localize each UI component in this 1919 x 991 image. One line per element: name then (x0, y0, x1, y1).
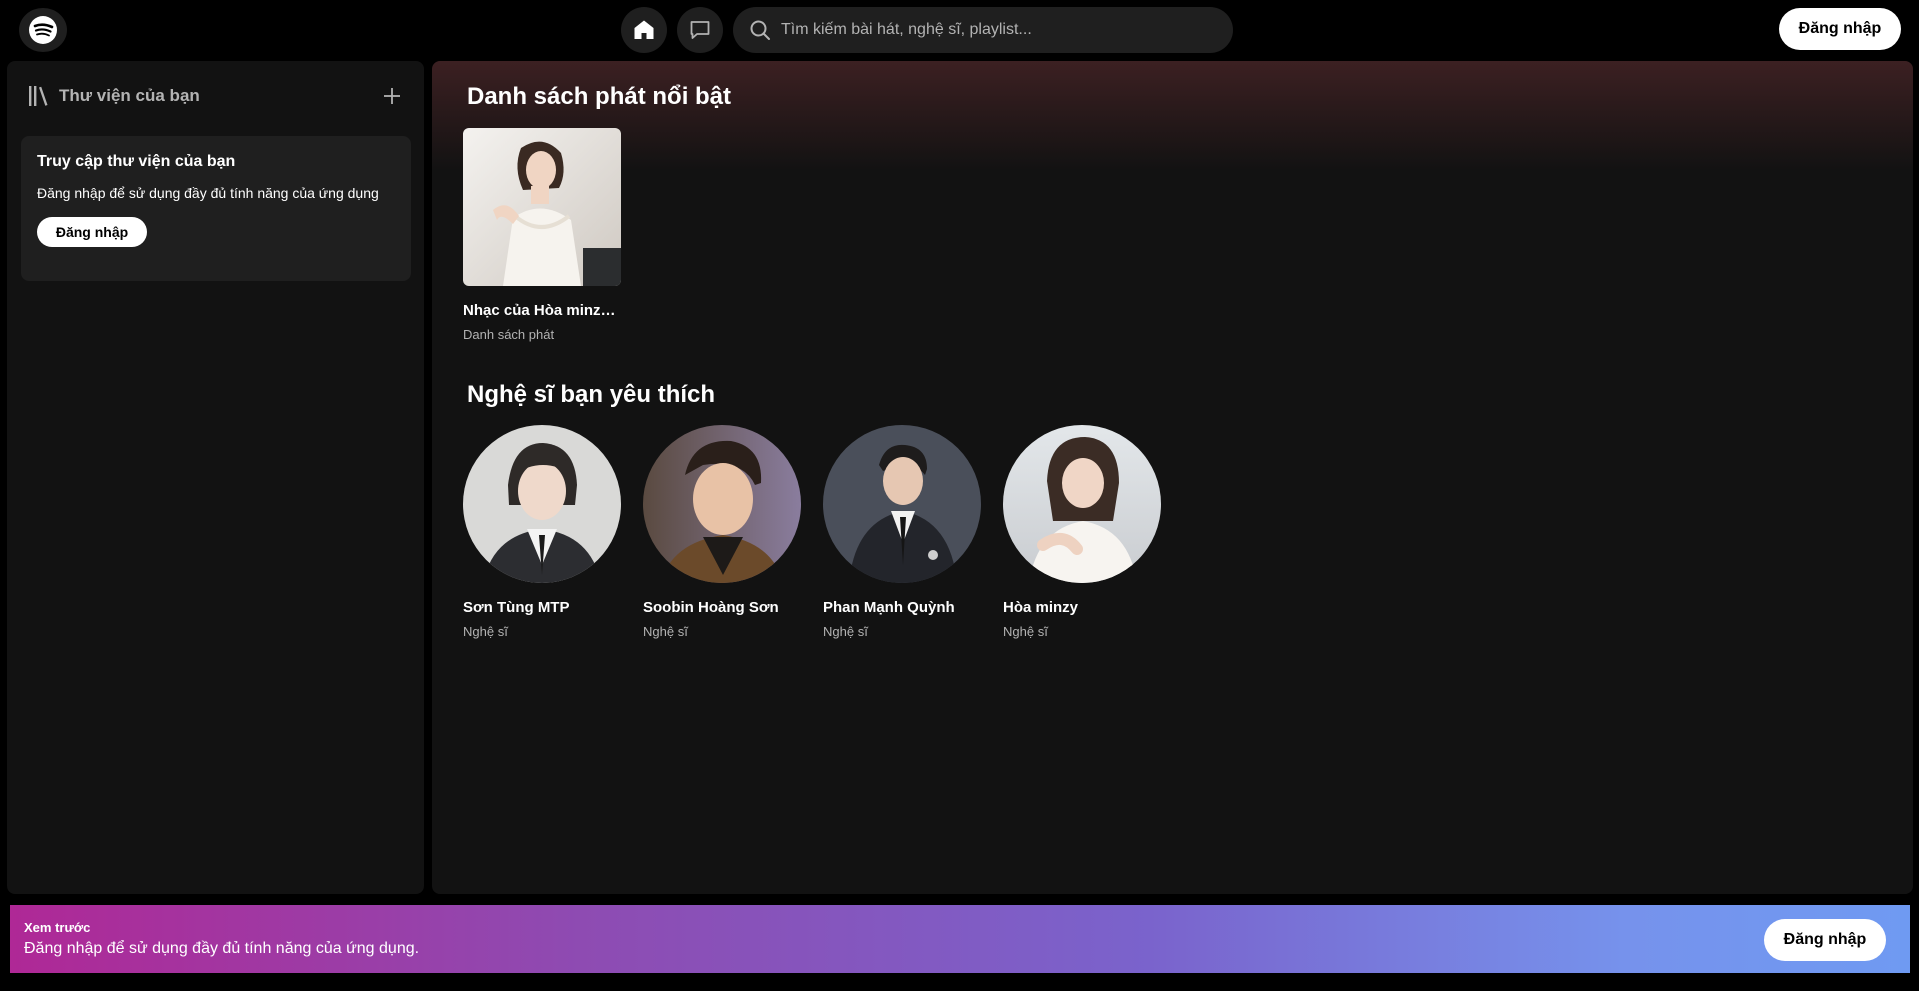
search-bar[interactable] (733, 7, 1233, 53)
home-icon (634, 20, 654, 39)
artist-name: Hòa minzy (1003, 599, 1079, 616)
artist-card-son-tung[interactable]: Sơn Tùng MTP Nghệ sĩ (463, 425, 623, 639)
playlist-cover-image (463, 128, 621, 286)
artist-name: Soobin Hoàng Sơn (643, 599, 779, 616)
sidebar-library: Thư viện của bạn Truy cập thư viện của b… (7, 61, 424, 894)
spotify-logo[interactable] (19, 8, 67, 52)
login-button[interactable]: Đăng nhập (1779, 8, 1901, 50)
library-header[interactable]: Thư viện của bạn (27, 81, 404, 111)
library-login-button[interactable]: Đăng nhập (37, 217, 147, 247)
banner-title: Xem trước (24, 920, 91, 935)
artist-card-soobin[interactable]: Soobin Hoàng Sơn Nghệ sĩ (643, 425, 803, 639)
artist-avatar (823, 425, 981, 583)
playlist-name: Nhạc của Hòa minzy và những bài hát hay … (463, 302, 623, 319)
top-bar: Đăng nhập (0, 0, 1919, 60)
library-card-subtitle: Đăng nhập để sử dụng đầy đủ tính năng củ… (37, 185, 379, 201)
playlist-type: Danh sách phát (463, 327, 555, 342)
search-icon (745, 15, 775, 45)
artist-avatar (643, 425, 801, 583)
artist-type: Nghệ sĩ (1003, 624, 1048, 639)
library-login-card: Truy cập thư viện của bạn Đăng nhập để s… (21, 136, 411, 281)
artist-avatar (1003, 425, 1161, 583)
artist-card-phan-manh-quynh[interactable]: Phan Mạnh Quỳnh Nghệ sĩ (823, 425, 983, 639)
add-icon[interactable] (380, 84, 404, 108)
home-button[interactable] (621, 7, 667, 53)
favorite-artists-title: Nghệ sĩ bạn yêu thích (467, 381, 716, 408)
library-card-title: Truy cập thư viện của bạn (37, 153, 236, 170)
artist-type: Nghệ sĩ (643, 624, 688, 639)
artist-name: Sơn Tùng MTP (463, 599, 570, 616)
playlist-card[interactable]: Nhạc của Hòa minzy và những bài hát hay … (463, 128, 623, 342)
artist-name: Phan Mạnh Quỳnh (823, 599, 955, 616)
artist-card-hoa-minzy[interactable]: Hòa minzy Nghệ sĩ (1003, 425, 1163, 639)
library-title: Thư viện của bạn (59, 86, 200, 105)
preview-banner[interactable]: Xem trước Đăng nhập để sử dụng đầy đủ tí… (10, 905, 1910, 973)
artist-type: Nghệ sĩ (823, 624, 868, 639)
main-content: Danh sách phát nổi bật Nhạc của Hòa minz… (432, 61, 1913, 894)
spotify-icon (29, 16, 57, 44)
artist-type: Nghệ sĩ (463, 624, 508, 639)
banner-login-button[interactable]: Đăng nhập (1764, 919, 1886, 961)
banner-text: Xem trước Đăng nhập để sử dụng đầy đủ tí… (10, 920, 419, 958)
featured-playlists-title: Danh sách phát nổi bật (467, 83, 732, 110)
artist-avatar (463, 425, 621, 583)
search-input[interactable] (775, 7, 1233, 53)
library-icon (27, 84, 51, 108)
banner-subtitle: Đăng nhập để sử dụng đầy đủ tính năng củ… (24, 940, 420, 957)
chat-icon (690, 21, 710, 39)
messages-button[interactable] (677, 7, 723, 53)
